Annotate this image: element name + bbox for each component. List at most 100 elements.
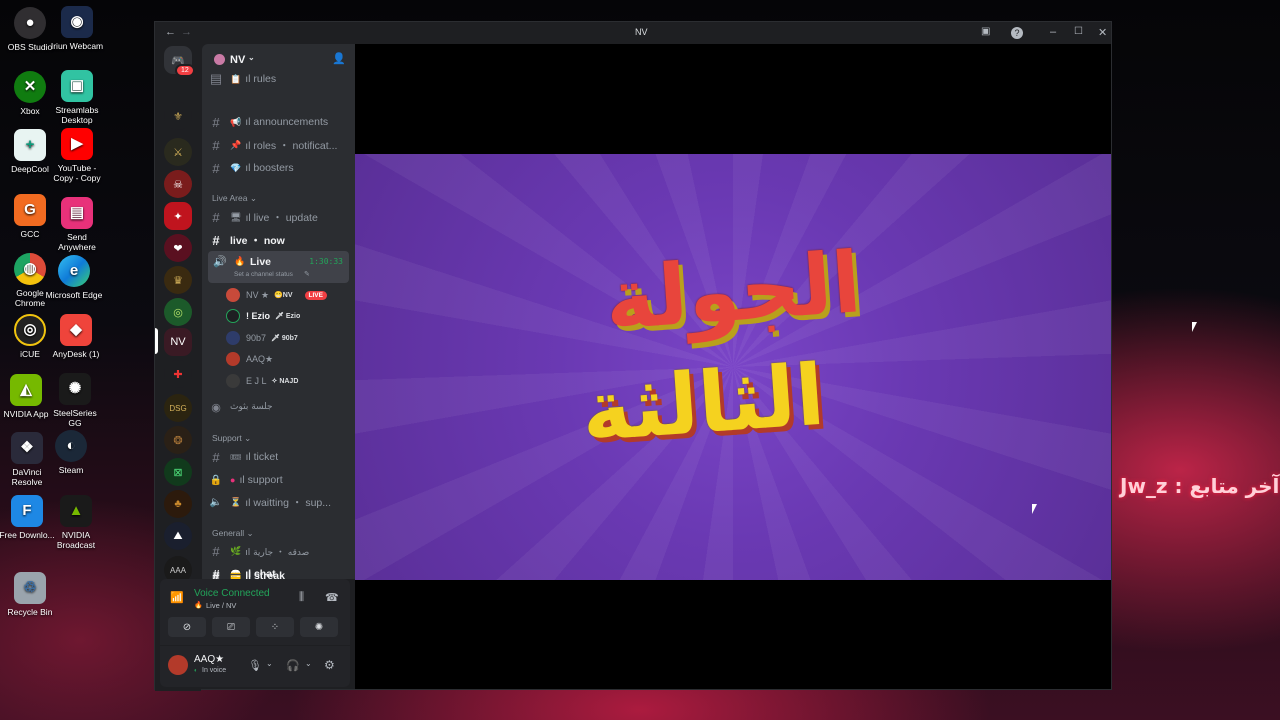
soundboard-button[interactable]: ✺ — [300, 617, 338, 637]
back-arrow-icon[interactable]: ← — [165, 26, 176, 38]
channel-roles[interactable]: # 📌 ıl roles ・ notificat... — [208, 135, 350, 155]
channel-support[interactable]: 🔒 ● ıl support — [208, 470, 350, 490]
server-icon-6[interactable]: ♛ — [164, 266, 192, 294]
panel-divider — [160, 645, 350, 646]
channel-announcements[interactable]: # 📢 ıl announcements — [208, 112, 350, 132]
avatar — [226, 288, 240, 302]
chevron-down-icon[interactable]: ⌄ — [305, 659, 312, 668]
voice-user-name: ! Ezio — [246, 311, 270, 321]
speaker-icon: 🔊 — [213, 256, 227, 268]
server-icon-10[interactable]: ❂ — [164, 426, 192, 454]
gcc-icon: G — [14, 194, 46, 226]
category-general[interactable]: Generall ⌄ — [212, 528, 254, 539]
desktop-icon-nvidia-broadcast[interactable]: ▲ NVIDIA Broadcast — [47, 495, 105, 550]
server-icon-9[interactable]: DSG — [164, 394, 192, 422]
voice-connected-status[interactable]: Voice Connected — [194, 588, 270, 599]
channel-rules[interactable]: ▤ 📋 ıl rules — [208, 69, 350, 89]
close-button[interactable]: ✕ — [1098, 26, 1107, 39]
server-icon-7[interactable]: ◎ — [164, 298, 192, 326]
category-support[interactable]: Support ⌄ — [212, 433, 251, 444]
anydesk-icon: ◆ — [60, 314, 92, 346]
category-live-area[interactable]: Live Area ⌄ — [212, 193, 257, 204]
pencil-icon[interactable]: ✎ — [304, 270, 310, 278]
disconnect-icon[interactable]: ☎ — [325, 591, 339, 604]
user-avatar[interactable] — [168, 655, 188, 675]
pin-icon: 📌 — [230, 139, 242, 150]
headphones-icon[interactable]: 🎧 — [286, 659, 300, 672]
server-icon-2[interactable]: ⚔ — [164, 138, 192, 166]
discord-window: ← → NV ▣ ? – ☐ ✕ 🎮 12 ⚜ ⚔ ☠ ✦ ❤ ♛ ◎ NV ✚… — [154, 21, 1112, 691]
server-icon-8[interactable]: ✚ — [164, 360, 192, 388]
desktop-icon-label: AnyDesk (1) — [52, 349, 100, 359]
stage-channel[interactable]: ◉ جلسة بثوث — [208, 397, 350, 417]
desktop-icon-label: YouTube - Copy - Copy — [53, 163, 101, 183]
desktop-icon-streamlabs[interactable]: ▣ Streamlabs Desktop — [48, 70, 106, 125]
server-icon-11[interactable]: ⊠ — [164, 458, 192, 486]
channel-boosters[interactable]: # 💎 ıl boosters — [208, 158, 350, 178]
channel-label: ıl waitting ・ sup... — [245, 496, 332, 509]
server-icon-13[interactable]: ⛰ — [164, 522, 192, 550]
desktop-icon-youtube[interactable]: ▶ YouTube - Copy - Copy — [48, 128, 106, 183]
channel-live-update[interactable]: # 🖥 ıl live ・ update — [208, 207, 350, 227]
streamlabs-icon: ▣ — [61, 70, 93, 102]
channel-waitting[interactable]: 🔈 ⏳ ıl waitting ・ sup... — [208, 492, 350, 512]
channel-sadaqa[interactable]: # 🌿 ıl صدقه ・ جارية — [208, 541, 350, 561]
lock-icon: 🔒 — [209, 474, 223, 486]
desktop-icon-label: NVIDIA App — [3, 409, 49, 419]
active-server-pill — [155, 328, 158, 354]
voice-user-aaq[interactable]: AAQ★ — [226, 350, 273, 368]
channel-status-prompt[interactable]: Set a channel status — [234, 271, 293, 278]
screen-share-button[interactable]: ⎚ — [212, 617, 250, 637]
server-icon-12[interactable]: ♣ — [164, 490, 192, 518]
server-icon-3[interactable]: ☠ — [164, 170, 192, 198]
hourglass-icon: ⏳ — [230, 496, 242, 507]
desktop-icon-recycle-bin[interactable]: ♲ Recycle Bin — [1, 572, 59, 617]
voice-user-ezio[interactable]: ! Ezio 🗡 Ezio — [226, 307, 300, 325]
help-icon[interactable]: ? — [1011, 27, 1023, 39]
nvidia-icon: ◭ — [10, 374, 42, 406]
gear-icon[interactable]: ⚙ — [324, 658, 335, 672]
forward-arrow-icon[interactable]: → — [181, 26, 192, 38]
voice-user-90b7[interactable]: 90b7 🗡 90b7 — [226, 329, 298, 347]
channel-live-now[interactable]: # live ・ now — [208, 230, 350, 250]
desktop-icon-steelseries[interactable]: ✺ SteelSeries GG — [46, 373, 104, 428]
server-icon-4[interactable]: ✦ — [164, 202, 192, 230]
stream-video[interactable]: الجولة الثالثة — [355, 154, 1111, 580]
voice-channel-label: Live — [250, 256, 272, 268]
desktop-icon-label: iCUE — [20, 349, 40, 359]
stream-viewer[interactable]: الجولة الثالثة — [355, 44, 1111, 689]
window-title: NV — [635, 27, 648, 37]
maximize-button[interactable]: ☐ — [1074, 26, 1083, 37]
desktop-icon-edge[interactable]: e Microsoft Edge — [45, 255, 103, 300]
voice-user-ejl[interactable]: E J L ✧ NAJD — [226, 372, 298, 390]
server-icon-nv[interactable]: NV — [164, 328, 192, 356]
minimize-button[interactable]: – — [1050, 26, 1056, 38]
invite-people-icon[interactable]: 👤 — [332, 52, 346, 65]
inbox-icon[interactable]: ▣ — [981, 26, 990, 37]
chevron-down-icon[interactable]: ⌄ — [266, 659, 273, 668]
desktop-icon-anydesk[interactable]: ◆ AnyDesk (1) — [47, 314, 105, 359]
deepcool-icon: + — [14, 129, 46, 161]
desktop-icon-label: OBS Studio — [7, 42, 53, 52]
noise-suppression-icon[interactable]: ⫼ — [299, 591, 304, 604]
server-icon-5[interactable]: ❤ — [164, 234, 192, 262]
voice-user-nv[interactable]: NV ★ 😁NV LIVE — [226, 286, 327, 304]
voice-channel-live[interactable]: 🔊 🔥 Live 1:30:33 Set a channel status ✎ — [208, 251, 349, 283]
channel-label: ıl announcements — [245, 116, 329, 128]
channel-ticket[interactable]: # 🎟 ıl ticket — [208, 447, 350, 467]
desktop-icon-label: Send Anywhere — [58, 232, 96, 252]
desktop-icon-steam[interactable]: ◐ Steam — [42, 430, 100, 475]
activities-button[interactable]: ⁘ — [256, 617, 294, 637]
server-icon-1[interactable]: ⚜ — [164, 102, 192, 130]
iriun-webcam-icon: ◉ — [61, 6, 93, 38]
hash-icon: # — [212, 209, 220, 225]
voice-location[interactable]: Live / NV — [206, 601, 236, 610]
desktop-icon-send-anywhere[interactable]: ▤ Send Anywhere — [48, 197, 106, 252]
server-avatar-icon — [214, 54, 225, 65]
soundboard-icon: ✺ — [314, 621, 324, 633]
desktop-icon-label: GCC — [20, 229, 40, 239]
microphone-icon[interactable]: 🎙 — [248, 659, 262, 672]
desktop-icon-iriun-webcam[interactable]: ◉ Iriun Webcam — [48, 6, 106, 51]
camera-button[interactable]: ⊘ — [168, 617, 206, 637]
user-substatus: In voice — [202, 667, 227, 674]
